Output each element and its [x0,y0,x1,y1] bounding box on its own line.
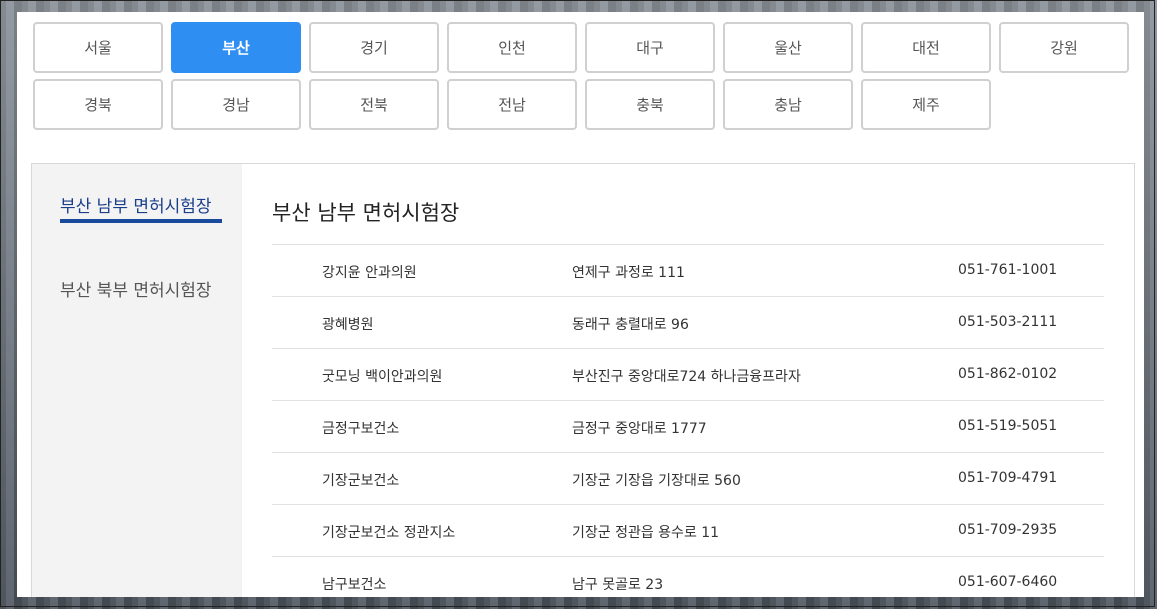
sidebar: 부산 남부 면허시험장 부산 북부 면허시험장 [32,164,242,597]
tab-chungnam[interactable]: 충남 [723,79,853,130]
tab-seoul[interactable]: 서울 [33,22,163,73]
hospital-name: 남구보건소 [322,577,387,593]
hospital-address: 남구 못골로 23 [572,577,664,593]
hospital-address: 부산진구 중앙대로724 하나금융프라자 [572,369,801,385]
content-panel: 서울 부산 경기 인천 대구 울산 대전 강원 경북 경남 전북 전남 충북 충… [17,12,1144,597]
hospital-name: 금정구보건소 [322,421,400,437]
hospital-address: 동래구 충렬대로 96 [572,317,689,333]
tab-jeonbuk[interactable]: 전북 [309,79,439,130]
hospital-name: 강지윤 안과의원 [322,265,417,281]
table-row: 금정구보건소 금정구 중앙대로 1777 051-519-5051 [272,400,1104,452]
hospital-name: 기장군보건소 [322,473,400,489]
sidebar-item-busan-south[interactable]: 부산 남부 면허시험장 [60,192,212,217]
hospital-name: 굿모닝 백이안과의원 [322,369,443,385]
hospital-phone: 051-503-2111 [958,314,1058,330]
table-row: 기장군보건소 정관지소 기장군 정관읍 용수로 11 051-709-2935 [272,504,1104,556]
sidebar-item-busan-north[interactable]: 부산 북부 면허시험장 [60,276,212,301]
tab-gangwon[interactable]: 강원 [999,22,1129,73]
tab-gyeonggi[interactable]: 경기 [309,22,439,73]
center-list-box: 부산 남부 면허시험장 부산 북부 면허시험장 부산 남부 면허시험장 강지윤 … [31,163,1135,597]
tab-gyeongbuk[interactable]: 경북 [33,79,163,130]
tab-daejeon[interactable]: 대전 [861,22,991,73]
hospital-phone: 051-761-1001 [958,262,1058,278]
hospital-phone: 051-519-5051 [958,418,1058,434]
hospital-phone: 051-709-4791 [958,470,1058,486]
hospital-phone: 051-607-6460 [958,574,1058,590]
table-row: 강지윤 안과의원 연제구 과정로 111 051-761-1001 [272,244,1104,296]
tab-busan[interactable]: 부산 [171,22,301,73]
hospital-address: 금정구 중앙대로 1777 [572,421,707,437]
tab-jeonnam[interactable]: 전남 [447,79,577,130]
hospital-phone: 051-862-0102 [958,366,1058,382]
hospital-address: 기장군 정관읍 용수로 11 [572,525,720,541]
main-area: 부산 남부 면허시험장 강지윤 안과의원 연제구 과정로 111 051-761… [272,164,1104,597]
tab-gyeongnam[interactable]: 경남 [171,79,301,130]
hospital-name: 기장군보건소 정관지소 [322,525,456,541]
hospital-address: 연제구 과정로 111 [572,265,685,281]
table-row: 기장군보건소 기장군 기장읍 기장대로 560 051-709-4791 [272,452,1104,504]
hospital-address: 기장군 기장읍 기장대로 560 [572,473,741,489]
hospital-name: 광혜병원 [322,317,374,333]
tab-incheon[interactable]: 인천 [447,22,577,73]
table-row: 남구보건소 남구 못골로 23 051-607-6460 [272,556,1104,597]
table-row: 굿모닝 백이안과의원 부산진구 중앙대로724 하나금융프라자 051-862-… [272,348,1104,400]
hospital-phone: 051-709-2935 [958,522,1058,538]
tab-daegu[interactable]: 대구 [585,22,715,73]
sidebar-active-indicator [60,219,222,223]
tab-ulsan[interactable]: 울산 [723,22,853,73]
page-title: 부산 남부 면허시험장 [272,201,460,225]
hospital-table: 강지윤 안과의원 연제구 과정로 111 051-761-1001 광혜병원 동… [272,244,1104,597]
tab-jeju[interactable]: 제주 [861,79,991,130]
table-row: 광혜병원 동래구 충렬대로 96 051-503-2111 [272,296,1104,348]
tab-chungbuk[interactable]: 충북 [585,79,715,130]
